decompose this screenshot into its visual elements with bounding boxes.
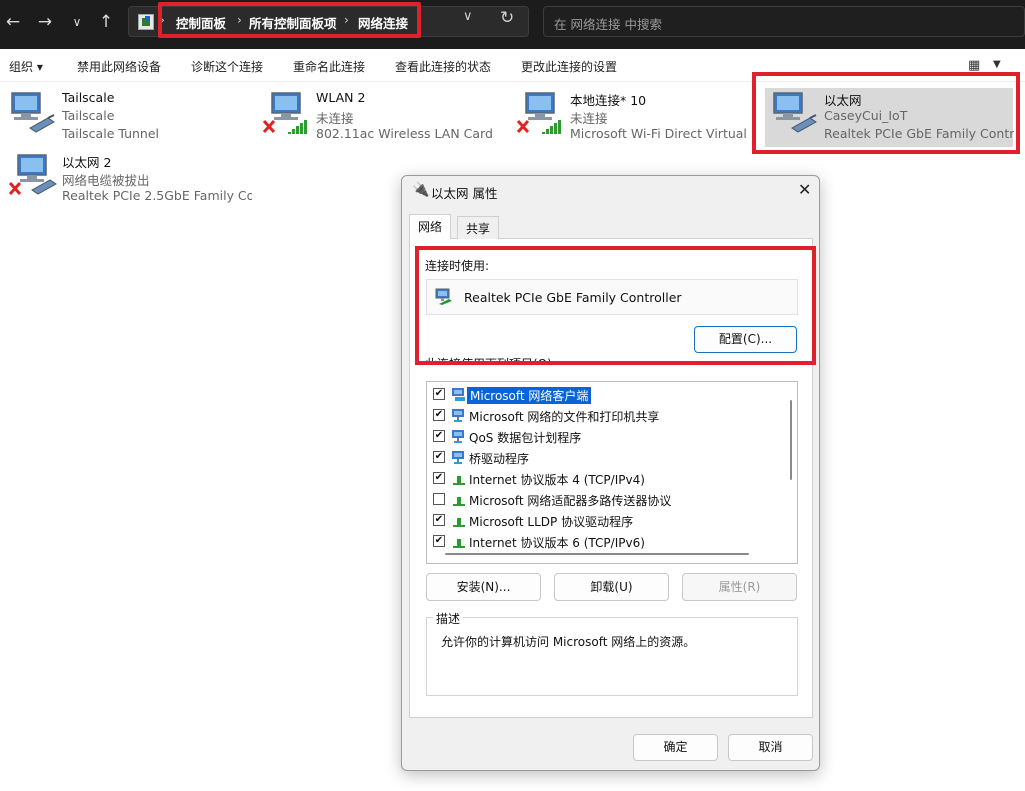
organize-button[interactable]: 组织 ▾	[9, 58, 43, 75]
annotation-highlight-box	[752, 72, 1020, 154]
network-service-icon	[452, 451, 464, 464]
view-status-button[interactable]: 查看此连接的状态	[395, 58, 491, 75]
connection-name: 本地连接* 10	[570, 93, 647, 108]
checkbox[interactable]: ✔	[433, 535, 445, 547]
connection-name: 以太网 2	[62, 155, 112, 170]
dialog-title: 以太网 属性	[431, 186, 498, 201]
component-label: Microsoft 网络的文件和打印机共享	[469, 410, 660, 424]
up-arrow-icon[interactable]: ↑	[93, 9, 119, 35]
control-panel-icon	[138, 14, 154, 30]
component-label: 桥驱动程序	[469, 452, 530, 466]
description-group: 描述 允许你的计算机访问 Microsoft 网络上的资源。	[426, 610, 798, 696]
checkbox[interactable]: ✔	[433, 514, 445, 526]
connection-local-10[interactable]: 本地连接* 10 未连接 Microsoft Wi-Fi Direct Virt…	[508, 82, 758, 141]
description-text: 允许你的计算机访问 Microsoft 网络上的资源。	[441, 635, 696, 649]
connection-tailscale[interactable]: Tailscale Tailscale Tailscale Tunnel	[0, 82, 250, 141]
list-item[interactable]: ✔ 桥驱动程序	[427, 447, 782, 468]
list-item[interactable]: ✔ Microsoft 网络客户端	[427, 384, 782, 405]
description-title: 描述	[433, 610, 464, 627]
view-dropdown-icon[interactable]: ▼	[993, 59, 1001, 70]
component-label: Microsoft 网络客户端	[467, 387, 592, 404]
uninstall-button[interactable]: 卸载(U)	[554, 573, 669, 601]
search-input[interactable]: 在 网络连接 中搜索	[543, 6, 1025, 37]
back-arrow-icon[interactable]: ←	[0, 9, 26, 35]
component-label: Internet 协议版本 4 (TCP/IPv4)	[469, 473, 645, 487]
annotation-highlight-box	[158, 2, 421, 38]
ok-button[interactable]: 确定	[633, 734, 718, 761]
list-item[interactable]: ✔ Internet 协议版本 6 (TCP/IPv6)	[427, 531, 782, 552]
cancel-button[interactable]: 取消	[728, 734, 813, 761]
protocol-icon	[453, 476, 465, 485]
network-adapter-icon	[8, 154, 57, 196]
checkbox[interactable]: ✔	[433, 472, 445, 484]
diagnose-button[interactable]: 诊断这个连接	[191, 58, 263, 75]
annotation-highlight-box	[415, 246, 816, 365]
network-service-icon	[452, 409, 464, 422]
connection-status: 网络电缆被拔出	[62, 173, 150, 188]
network-service-icon	[452, 430, 464, 443]
component-label: Internet 协议版本 6 (TCP/IPv6)	[469, 536, 645, 550]
connection-device: Tailscale Tunnel	[62, 126, 160, 141]
list-item[interactable]: ✔ Internet 协议版本 4 (TCP/IPv4)	[427, 468, 782, 489]
properties-button: 属性(R)	[682, 573, 797, 601]
component-label: Microsoft LLDP 协议驱动程序	[469, 515, 634, 529]
component-label: Microsoft 网络适配器多路传送器协议	[469, 494, 672, 508]
connection-ethernet-2[interactable]: 以太网 2 网络电缆被拔出 Realtek PCIe 2.5GbE Family…	[0, 144, 252, 203]
protocol-icon	[453, 539, 465, 548]
address-dropdown-chevron-icon[interactable]: ∨	[463, 9, 473, 24]
checkbox[interactable]	[433, 493, 445, 505]
list-item[interactable]: ✔ QoS 数据包计划程序	[427, 426, 782, 447]
connection-device: Microsoft Wi-Fi Direct Virtual ...	[570, 126, 748, 141]
close-icon[interactable]: ✕	[798, 180, 811, 199]
connection-device: Realtek PCIe 2.5GbE Family Co...	[62, 188, 252, 203]
checkbox[interactable]: ✔	[433, 388, 445, 400]
connection-name: WLAN 2	[316, 90, 366, 105]
protocol-icon	[453, 497, 465, 506]
disable-device-button[interactable]: 禁用此网络设备	[77, 58, 161, 75]
forward-arrow-icon[interactable]: →	[32, 9, 58, 35]
checkbox[interactable]: ✔	[433, 430, 445, 442]
refresh-icon[interactable]: ↻	[500, 8, 514, 28]
network-plug-icon: 🔌	[412, 182, 430, 198]
rename-button[interactable]: 重命名此连接	[293, 58, 365, 75]
connection-wlan-2[interactable]: WLAN 2 未连接 802.11ac Wireless LAN Card	[254, 82, 504, 141]
checkbox[interactable]: ✔	[433, 451, 445, 463]
protocol-icon	[453, 518, 465, 527]
connection-status: Tailscale	[62, 108, 115, 123]
network-client-icon	[452, 388, 465, 401]
list-item[interactable]: Microsoft 网络适配器多路传送器协议	[427, 489, 782, 510]
list-item[interactable]: ✔ Microsoft 网络的文件和打印机共享	[427, 405, 782, 426]
components-list[interactable]: ✔ Microsoft 网络客户端 ✔ Microsoft 网络的文件和打印机共…	[426, 381, 798, 564]
tab-sharing[interactable]: 共享	[457, 216, 500, 239]
search-placeholder: 在 网络连接 中搜索	[554, 17, 662, 32]
component-label: QoS 数据包计划程序	[469, 431, 582, 445]
wireless-adapter-icon	[516, 92, 561, 134]
horizontal-scrollbar[interactable]	[445, 553, 749, 555]
vertical-scrollbar[interactable]	[790, 400, 792, 480]
change-settings-button[interactable]: 更改此连接的设置	[521, 58, 617, 75]
ethernet-properties-dialog: 🔌 以太网 属性 ✕ 网络 共享 连接时使用: Realtek PCIe GbE…	[401, 175, 820, 771]
checkbox[interactable]: ✔	[433, 409, 445, 421]
install-button[interactable]: 安装(N)...	[426, 573, 541, 601]
view-options-icon[interactable]: ▦	[968, 58, 980, 73]
connection-name: Tailscale	[62, 90, 115, 105]
list-item[interactable]: ✔ Microsoft LLDP 协议驱动程序	[427, 510, 782, 531]
network-adapter-icon	[11, 92, 55, 133]
wireless-adapter-icon	[262, 92, 307, 134]
recent-locations-chevron-icon[interactable]: ∨	[64, 9, 90, 35]
address-toolbar: ← → ∨ ↑ › 控制面板 › 所有控制面板项 › 网络连接 ∨ ↻ 在 网络…	[0, 0, 1025, 49]
tab-network[interactable]: 网络	[409, 214, 452, 239]
connection-device: 802.11ac Wireless LAN Card	[316, 126, 493, 141]
connection-status: 未连接	[316, 111, 354, 126]
connection-status: 未连接	[570, 111, 608, 126]
